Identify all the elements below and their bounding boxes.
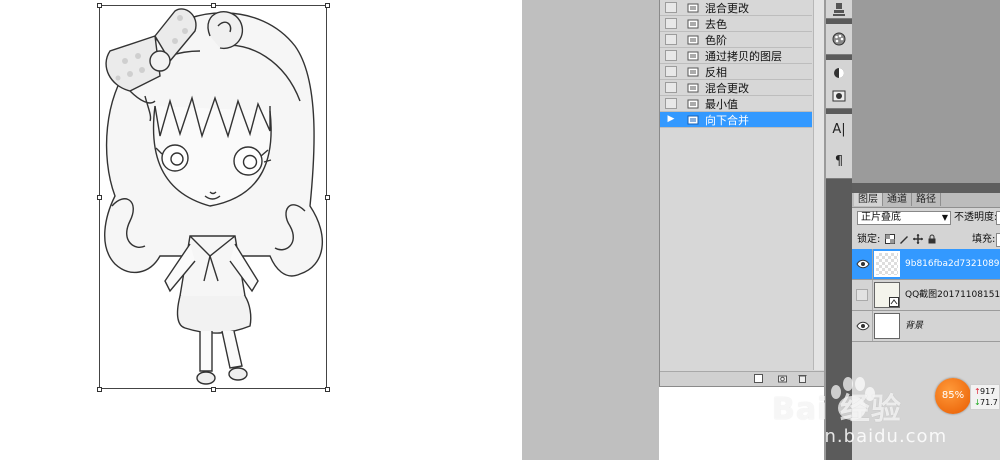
layer-name[interactable]: 背景 — [905, 311, 923, 341]
history-snapshot-box[interactable] — [665, 98, 677, 109]
opacity-label: 不透明度: — [954, 212, 998, 223]
transform-handle-middle-right[interactable] — [325, 195, 330, 200]
download-speed: ↓71.7 — [974, 398, 998, 407]
history-item-label: 混合更改 — [705, 81, 749, 95]
history-state-icon — [687, 115, 699, 124]
history-item-label: 通过拷贝的图层 — [705, 49, 782, 63]
history-state-pointer-icon: ▶ — [667, 114, 675, 124]
stamp-icon[interactable] — [831, 1, 847, 17]
history-item-desaturate[interactable]: 去色 — [660, 16, 812, 32]
layer-row-screenshot[interactable]: QQ截图2017110815131( — [852, 280, 1000, 311]
network-speed-panel: ↑917 ↓71.7 — [970, 384, 1000, 410]
paragraph-icon[interactable]: ¶ — [831, 154, 847, 170]
fill-label: 填充: — [972, 234, 996, 245]
history-list: 混合更改 去色 色阶 通过拷贝的图层 反相 混合更改 最小值 ▶ 向下合并 — [660, 0, 812, 128]
layer-thumbnail[interactable] — [874, 313, 900, 339]
layer-thumbnail[interactable] — [874, 282, 900, 308]
transform-handle-top-left[interactable] — [97, 3, 102, 8]
history-snapshot-box[interactable] — [665, 66, 677, 77]
layer-row-background[interactable]: 背景 — [852, 311, 1000, 342]
blend-mode-select[interactable]: 正片叠底 ▼ — [857, 211, 951, 225]
history-state-icon — [687, 51, 699, 60]
palette-icon[interactable] — [831, 31, 847, 47]
lock-transparent-pixels-icon[interactable] — [885, 234, 895, 244]
tool-group-type: A| ¶ — [826, 114, 852, 179]
mask-icon[interactable] — [831, 88, 847, 104]
tool-group-color — [826, 24, 852, 55]
lock-position-icon[interactable] — [913, 234, 923, 244]
history-item-invert[interactable]: 反相 — [660, 64, 812, 80]
lock-all-icon[interactable] — [927, 234, 937, 244]
layer-row-line-art[interactable]: 9b816fba2d732108916e6 — [852, 249, 1000, 280]
history-item-label: 去色 — [705, 17, 727, 31]
eye-icon[interactable] — [856, 258, 870, 270]
transform-handle-top-center[interactable] — [211, 3, 216, 8]
download-speed-value: 71.7 — [980, 398, 998, 407]
history-panel: 混合更改 去色 色阶 通过拷贝的图层 反相 混合更改 最小值 ▶ 向下合并 — [659, 0, 826, 387]
layer-column-divider — [872, 249, 873, 279]
history-item-label: 色阶 — [705, 33, 727, 47]
history-state-icon — [687, 67, 699, 76]
layer-name[interactable]: QQ截图2017110815131( — [905, 280, 1000, 310]
history-state-icon — [687, 99, 699, 108]
transform-handle-top-right[interactable] — [325, 3, 330, 8]
history-item-label: 向下合并 — [705, 113, 749, 127]
blend-mode-value: 正片叠底 — [861, 212, 901, 223]
tool-group-adjust — [826, 60, 852, 109]
history-snapshot-box[interactable] — [665, 34, 677, 45]
history-item-label: 反相 — [705, 65, 727, 79]
transform-handle-bottom-left[interactable] — [97, 387, 102, 392]
pasteboard — [522, 0, 659, 460]
character-icon[interactable]: A| — [831, 122, 847, 138]
history-snapshot-box[interactable] — [665, 2, 677, 13]
history-item-levels[interactable]: 色阶 — [660, 32, 812, 48]
history-snapshot-box[interactable] — [665, 18, 677, 29]
eye-icon[interactable] — [856, 320, 870, 332]
tab-channels[interactable]: 通道 — [883, 193, 912, 206]
tab-paths[interactable]: 路径 — [912, 193, 941, 206]
document-canvas[interactable] — [0, 0, 522, 460]
history-state-icon — [687, 83, 699, 92]
history-item-label: 最小值 — [705, 97, 738, 111]
layer-column-divider — [872, 280, 873, 310]
speed-percent-badge[interactable]: 85% — [935, 378, 971, 414]
lock-label: 锁定: — [857, 234, 881, 245]
transform-handle-middle-left[interactable] — [97, 195, 102, 200]
history-item-merge-down[interactable]: ▶ 向下合并 — [660, 112, 812, 128]
transform-handle-bottom-center[interactable] — [211, 387, 216, 392]
history-snapshot-box[interactable] — [665, 50, 677, 61]
watermark-main-text: Bai 经验 — [772, 392, 902, 427]
smart-object-icon — [889, 297, 899, 307]
brush-preset-icon[interactable] — [831, 65, 847, 81]
history-state-icon — [687, 19, 699, 28]
visibility-toggle[interactable] — [856, 289, 868, 301]
history-item-label: 混合更改 — [705, 1, 749, 15]
transform-bounding-box[interactable] — [99, 5, 327, 389]
layer-column-divider — [872, 311, 873, 341]
lock-image-pixels-icon[interactable] — [899, 234, 909, 244]
upload-speed-value: 917 — [980, 387, 996, 396]
watermark-url-text: jingyan.baidu.com — [764, 426, 948, 447]
tab-layers[interactable]: 图层 — [854, 193, 883, 206]
history-state-icon — [687, 35, 699, 44]
transform-handle-bottom-right[interactable] — [325, 387, 330, 392]
history-item-blend-change-1[interactable]: 混合更改 — [660, 0, 812, 16]
layers-panel-tabs: 图层 通道 路径 — [852, 193, 1000, 208]
history-snapshot-box[interactable] — [665, 82, 677, 93]
upload-speed: ↑917 — [974, 387, 995, 396]
tool-group-clone — [826, 0, 852, 19]
opacity-input[interactable] — [996, 211, 1000, 225]
history-item-layer-via-copy[interactable]: 通过拷贝的图层 — [660, 48, 812, 64]
history-item-minimum[interactable]: 最小值 — [660, 96, 812, 112]
fill-input[interactable] — [996, 233, 1000, 247]
dropdown-arrow-icon: ▼ — [941, 213, 948, 222]
layer-name[interactable]: 9b816fba2d732108916e6 — [905, 249, 1000, 279]
history-state-icon — [687, 3, 699, 12]
layers-panel-titlebar[interactable] — [852, 183, 1000, 193]
history-item-blend-change-2[interactable]: 混合更改 — [660, 80, 812, 96]
layer-thumbnail[interactable] — [874, 251, 900, 277]
